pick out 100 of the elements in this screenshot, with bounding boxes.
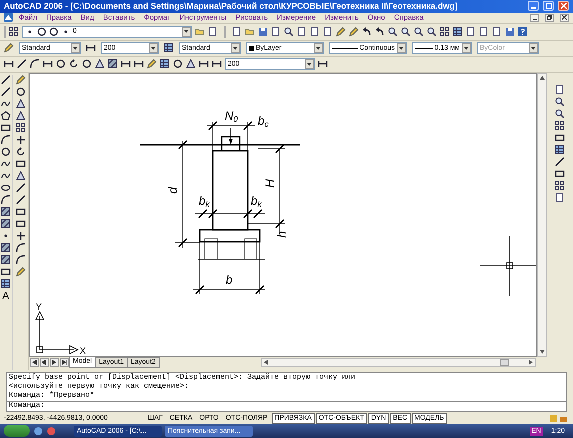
dimension-icon[interactable] [121,59,131,70]
line-icon[interactable] [555,156,565,167]
dimension-icon[interactable] [199,59,209,70]
rectangle-icon[interactable] [1,122,11,133]
dimension-icon[interactable] [212,59,222,70]
dropdown-button[interactable] [71,43,80,54]
tab-nav-button[interactable] [50,358,59,368]
pencil-icon[interactable] [16,74,26,85]
document-minimize-button[interactable] [530,14,539,22]
rectangle-icon[interactable] [16,218,26,229]
close-button[interactable] [558,1,569,12]
page-icon[interactable] [555,192,565,203]
undo-icon[interactable] [375,26,385,37]
dropdown-button[interactable] [182,26,191,37]
hatch-icon[interactable] [1,242,11,253]
circle-icon[interactable] [173,59,183,70]
page-icon[interactable] [466,26,476,37]
zoom-icon[interactable] [414,26,424,37]
line-icon[interactable] [16,194,26,205]
hatch-icon[interactable] [1,206,11,217]
dimension-icon[interactable] [86,43,96,54]
move-icon[interactable] [16,134,26,145]
dropdown-button[interactable] [314,43,323,54]
hatch-icon[interactable] [1,218,11,229]
rectangle-icon[interactable] [555,132,565,143]
table-icon[interactable] [453,26,463,37]
table-icon[interactable] [160,59,170,70]
dimension-icon[interactable] [4,59,14,70]
table-icon[interactable] [555,144,565,155]
tab-nav-button[interactable] [60,358,69,368]
line-icon[interactable] [1,74,11,85]
dropdown-button[interactable] [305,59,314,70]
zoom-icon[interactable] [284,26,294,37]
pencil-icon[interactable] [16,266,26,277]
page-icon[interactable] [492,26,502,37]
dimension-icon[interactable] [43,59,53,70]
circle-icon[interactable] [82,59,92,70]
zoom-icon[interactable] [388,26,398,37]
polygon-icon[interactable] [1,110,11,121]
pencil-icon[interactable] [4,43,14,54]
line-icon[interactable] [16,182,26,193]
circle-icon[interactable] [1,146,11,157]
page-icon[interactable] [232,26,242,37]
maximize-button[interactable] [543,1,554,12]
document-restore-button[interactable] [545,14,554,22]
arc-icon[interactable] [30,59,40,70]
hatch-icon[interactable] [108,59,118,70]
zoom-icon[interactable] [401,26,411,37]
page-icon[interactable] [555,84,565,95]
tab-nav-button[interactable] [40,358,49,368]
page-icon[interactable] [271,26,281,37]
page-icon[interactable] [323,26,333,37]
ellipse-icon[interactable] [1,182,11,193]
dimension-icon[interactable] [318,59,328,70]
grid-icon[interactable] [555,180,565,191]
triangle-icon[interactable] [16,98,26,109]
grid-icon[interactable] [16,122,26,133]
document-close-button[interactable] [560,14,569,22]
grid-icon[interactable] [440,26,450,37]
rotate-icon[interactable] [16,146,26,157]
start-button[interactable] [4,425,30,438]
arc-icon[interactable] [1,194,11,205]
grid-icon[interactable] [9,26,19,37]
table-icon[interactable] [164,43,174,54]
page-icon[interactable] [310,26,320,37]
help-icon[interactable] [518,26,528,37]
dropdown-button[interactable] [149,43,158,54]
zoom-icon[interactable] [555,96,565,107]
arc-icon[interactable] [16,242,26,253]
horizontal-scrollbar[interactable] [260,358,536,368]
dropdown-button[interactable] [462,43,471,54]
arc-icon[interactable] [1,134,11,145]
triangle-icon[interactable] [16,110,26,121]
circle-icon[interactable] [56,59,66,70]
triangle-icon[interactable] [16,170,26,181]
text-tool-button[interactable]: A [2,290,10,302]
vertical-scrollbar[interactable] [537,72,547,357]
page-icon[interactable] [208,26,218,37]
folder-icon[interactable] [245,26,255,37]
dropdown-button[interactable] [231,43,240,54]
rectangle-icon[interactable] [1,266,11,277]
rectangle-icon[interactable] [16,206,26,217]
pencil-icon[interactable] [147,59,157,70]
page-icon[interactable] [479,26,489,37]
pencil-icon[interactable] [349,26,359,37]
dimension-icon[interactable] [134,59,144,70]
dropdown-button[interactable] [397,43,406,54]
line-icon[interactable] [1,86,11,97]
dropdown-button[interactable] [529,43,538,54]
undo-icon[interactable] [362,26,372,37]
circle-icon[interactable] [16,86,26,97]
app-icon[interactable] [4,13,13,22]
arc-icon[interactable] [16,254,26,265]
minimize-button[interactable] [528,1,539,12]
move-icon[interactable] [16,230,26,241]
table-icon[interactable] [1,278,11,289]
grid-icon[interactable] [555,120,565,131]
zoom-icon[interactable] [555,108,565,119]
scrollbar-thumb[interactable] [500,359,509,366]
folder-icon[interactable] [195,26,205,37]
